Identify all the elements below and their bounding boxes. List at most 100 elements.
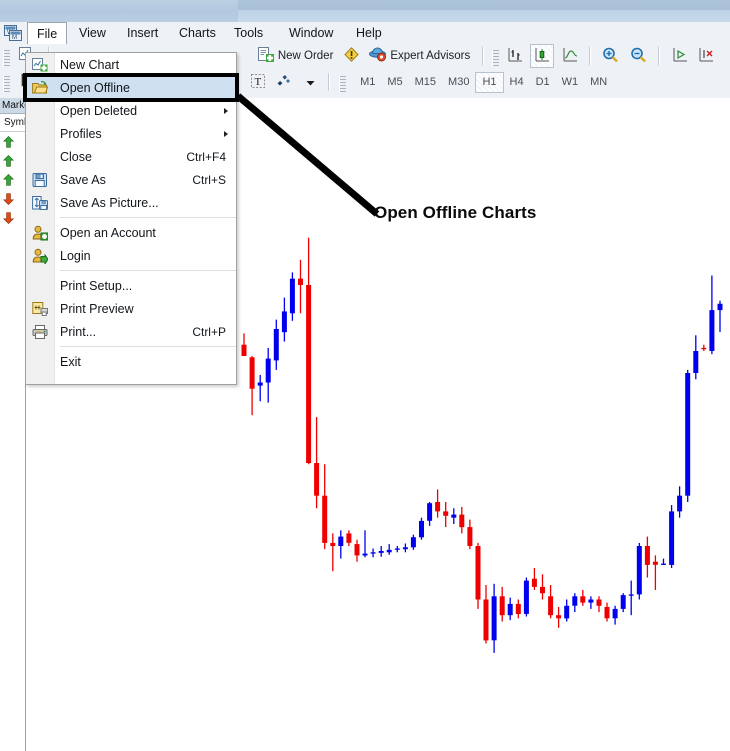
menu-charts[interactable]: Charts [170,22,225,44]
file-menu-item-new-chart[interactable]: New Chart [26,53,236,76]
menu-view[interactable]: View [70,22,115,44]
menu-icon-slot-empty [26,122,54,145]
timeframe-w1-button[interactable]: W1 [556,72,585,93]
titlebar-left-segment [0,0,238,22]
candle-body [338,536,344,546]
candle-body [636,546,642,595]
print-preview-icon-slot [26,297,54,320]
file-menu-item-exit[interactable]: Exit [26,350,236,373]
file-menu-item-profiles[interactable]: Profiles [26,122,236,145]
candle-body [346,533,352,543]
line-chart-button[interactable] [559,45,581,67]
file-menu-item-print-setup[interactable]: Print Setup... [26,274,236,297]
candle-body [588,599,594,603]
candle-body [531,578,537,587]
drawing-tools-button[interactable] [273,71,296,93]
menu-icon-slot-empty [26,350,54,373]
zoom-in-button[interactable] [599,45,622,67]
candle-body [661,563,666,565]
menu-window[interactable]: Window [280,22,342,44]
user-add-icon [32,225,48,240]
drawing-tools-dropdown[interactable] [301,73,320,91]
arrow-up-icon [3,135,14,148]
market-watch-symbol-column-header[interactable]: Symbol [0,114,25,132]
shift-end-icon [672,47,688,66]
file-menu-item-open-offline[interactable]: Open Offline [23,73,239,102]
candlestick-chart-icon [534,47,550,66]
market-watch-row[interactable] [0,189,25,208]
candle-body [572,596,578,606]
zoom-out-button[interactable] [627,45,650,67]
timeframe-m5-button[interactable]: M5 [381,72,408,93]
file-menu-item-open-deleted[interactable]: Open Deleted [26,99,236,122]
menu-file[interactable]: File [27,22,68,45]
chart-area[interactable] [234,98,730,751]
file-menu-item-label: Open an Account [60,225,156,240]
file-menu-item-print-preview[interactable]: Print Preview [26,297,236,320]
candle-body [459,514,465,528]
menu-bar: File View Insert Charts Tools Window Help [0,22,730,45]
candle-body [410,537,416,548]
timeframe-h4-button[interactable]: H4 [504,72,530,93]
market-watch-row[interactable] [0,151,25,170]
titlebar-mid-segment [238,0,730,10]
candle-body [612,608,618,619]
candle-body [556,615,562,619]
timeframe-d1-button[interactable]: D1 [530,72,556,93]
timeframe-m15-button[interactable]: M15 [409,72,442,93]
file-menu-item-print[interactable]: Print... Ctrl+P [26,320,236,343]
candle-body [652,561,658,565]
candle-body [564,605,570,619]
file-menu-item-label: Print Preview [60,301,134,316]
file-menu-item-label: Profiles [60,126,102,141]
toolbar-separator-6 [328,73,331,91]
timeframe-mn-button[interactable]: MN [584,72,613,93]
file-menu-item-save-as-picture[interactable]: Save As Picture... [26,191,236,214]
candle-body [394,548,400,550]
candle-body [265,358,271,383]
market-watch-row[interactable] [0,170,25,189]
menu-insert[interactable]: Insert [118,22,167,44]
toolbar-grip-4[interactable] [338,76,346,93]
candle-body [419,520,424,538]
menu-tools[interactable]: Tools [225,22,272,44]
shift-end-button[interactable] [669,45,691,67]
candle-body [467,527,473,546]
timeframe-m30-button[interactable]: M30 [442,72,475,93]
timeframe-h1-button[interactable]: H1 [475,71,504,93]
candle-body [580,596,586,603]
auto-scroll-button[interactable] [695,45,717,67]
expert-advisors-button[interactable]: Expert Advisors [366,45,473,67]
file-menu-item-shortcut: Ctrl+F4 [186,149,226,164]
alert-button[interactable] [341,45,362,67]
file-menu-item-save-as[interactable]: Save As Ctrl+S [26,168,236,191]
toolbar-grip-2[interactable] [492,50,500,67]
market-watch-row[interactable] [0,208,25,227]
file-menu-item-login[interactable]: Login [26,244,236,267]
line-chart-icon [562,47,578,66]
candlestick-chart [241,237,723,653]
candlestick-chart-button[interactable] [530,44,555,68]
bar-chart-button[interactable] [504,45,526,67]
new-order-button[interactable]: New Order [255,45,337,67]
toolbar-grip-1[interactable] [3,50,10,67]
user-add-icon-slot [26,221,54,244]
toolbar-grip-3[interactable] [3,76,10,93]
text-label-button[interactable]: T [247,71,269,93]
zoom-in-icon [602,47,619,66]
menu-icon-slot-empty [26,145,54,168]
timeframe-m1-button[interactable]: M1 [354,72,381,93]
menu-help[interactable]: Help [347,22,391,44]
market-watch-panel[interactable]: Market Watch Symbol [0,98,26,751]
open-folder-icon-slot [26,76,54,99]
candle-body [322,495,328,543]
submenu-arrow-icon [224,108,228,114]
file-menu-popup[interactable]: New Chart Open Offline Open Deleted Profile… [23,52,239,385]
file-menu-item-label: Exit [60,354,81,369]
menu-separator [60,217,236,218]
file-menu-item-close[interactable]: Close Ctrl+F4 [26,145,236,168]
file-menu-item-open-an-account[interactable]: Open an Account [26,221,236,244]
application-icon: W M [4,25,24,42]
window-titlebar [0,0,730,22]
market-watch-row[interactable] [0,132,25,151]
